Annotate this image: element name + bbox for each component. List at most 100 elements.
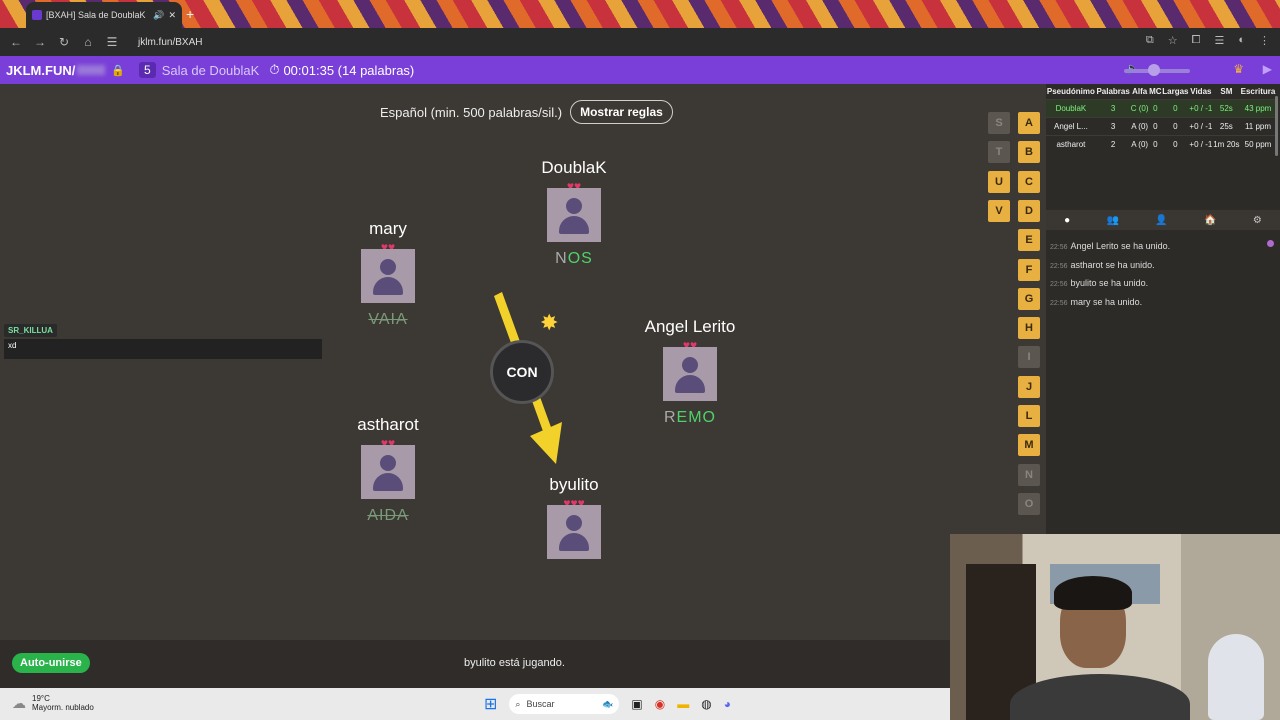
volume-slider-knob[interactable] xyxy=(1148,64,1160,76)
file-explorer-icon[interactable]: ▬ xyxy=(677,697,689,711)
audio-icon[interactable]: 🔊 xyxy=(153,10,164,21)
show-rules-button[interactable]: Mostrar reglas xyxy=(570,100,673,124)
bonus-letter: M xyxy=(1018,434,1040,457)
stats-cell: DoublaK xyxy=(1046,99,1096,118)
discord-icon[interactable]: ◕ xyxy=(724,697,731,711)
browser-tab-bar: [BXAH] Sala de DoublaK 🔊 ✕ + xyxy=(0,0,1280,28)
avatar xyxy=(547,505,601,559)
stats-header[interactable]: SM xyxy=(1213,84,1240,100)
stats-header[interactable]: Alfa xyxy=(1130,84,1148,100)
address-bar[interactable]: jklm.fun/BXAH xyxy=(138,37,202,48)
crown-icon[interactable]: ♛ xyxy=(1233,62,1244,76)
stats-cell: 3 xyxy=(1095,117,1131,136)
bonus-letter: D xyxy=(1018,199,1040,222)
webcam-overlay xyxy=(950,534,1280,720)
bonus-letter: G xyxy=(1018,287,1040,310)
toggle-panel-icon[interactable]: ▶ xyxy=(1263,62,1272,76)
stats-header[interactable]: Pseudónimo xyxy=(1046,84,1096,100)
weather-widget[interactable]: ☁ 19°C Mayorm. nublado xyxy=(12,694,94,712)
room-name: Sala de DoublaK xyxy=(161,62,260,78)
tab-title: [BXAH] Sala de DoublaK xyxy=(46,10,146,20)
menu-kebab-icon[interactable]: ⋮ xyxy=(1259,34,1270,47)
stats-cell: 11 ppm xyxy=(1239,117,1276,136)
blurred-room-code xyxy=(77,65,106,75)
bonus-letter: O xyxy=(1018,492,1040,515)
player-doublak: DoublaK ♥♥ NOS xyxy=(514,158,634,268)
extensions-icon[interactable]: ⧠ xyxy=(1192,34,1201,47)
stats-cell: Angel L... xyxy=(1046,117,1096,136)
room-player-count: 5 xyxy=(139,62,156,78)
room-tab-icon[interactable]: 🏠 xyxy=(1204,215,1216,226)
stats-cell: +0 / -1 xyxy=(1188,117,1213,136)
close-tab-icon[interactable]: ✕ xyxy=(168,10,176,21)
tab-search-icon[interactable]: ☰ xyxy=(1214,34,1224,47)
players-tab-icon[interactable]: 👥 xyxy=(1107,215,1119,226)
forward-icon[interactable]: → xyxy=(28,35,52,49)
avatar xyxy=(547,188,601,242)
install-icon[interactable]: ⧉ xyxy=(1146,34,1154,47)
turn-status: byulito está jugando. xyxy=(464,657,565,669)
avatar xyxy=(361,445,415,499)
chat-message: 22:56 Angel Lerito se ha unido. xyxy=(1050,238,1170,257)
player-name: mary xyxy=(369,219,407,238)
avatar xyxy=(361,249,415,303)
microphone-icon xyxy=(1208,634,1264,720)
cloud-icon: ☁ xyxy=(12,694,26,711)
chat-overlay: SR_KILLUA xd xyxy=(4,320,322,359)
chat-text: astharot se ha unido. xyxy=(1070,259,1155,270)
auto-join-button[interactable]: Auto-unirse xyxy=(12,653,90,673)
stats-cell: 43 ppm xyxy=(1239,99,1276,118)
search-icon: ⌕ xyxy=(515,698,521,709)
reload-icon[interactable]: ↻ xyxy=(52,35,76,49)
windows-start-icon[interactable]: ⊞ xyxy=(484,694,497,714)
profile-icon[interactable]: ◐ xyxy=(1238,34,1245,47)
bonus-letter: B xyxy=(1018,141,1040,164)
stats-cell: 3 xyxy=(1095,99,1131,118)
site-info-icon[interactable]: ☰ xyxy=(100,35,124,49)
favicon-icon xyxy=(32,10,42,20)
taskbar-search[interactable]: ⌕ Buscar 🐟 xyxy=(509,694,620,714)
stats-cell: A (0) xyxy=(1130,117,1149,136)
fuse-spark-icon: ✸ xyxy=(540,310,559,335)
stats-header[interactable]: Palabras xyxy=(1096,84,1131,100)
bonus-letter: E xyxy=(1018,229,1040,252)
home-icon[interactable]: ⌂ xyxy=(76,35,100,49)
user-tab-icon[interactable]: 👤 xyxy=(1155,215,1167,226)
site-brand[interactable]: JKLM.FUN/ xyxy=(6,63,75,78)
new-tab-icon[interactable]: + xyxy=(186,6,194,22)
browser-tab[interactable]: [BXAH] Sala de DoublaK 🔊 ✕ xyxy=(26,2,182,28)
app-icon[interactable]: ◍ xyxy=(701,697,711,711)
stats-scrollbar[interactable] xyxy=(1275,96,1278,156)
bonus-letter: A xyxy=(1018,112,1040,134)
chat-overlay-user: SR_KILLUA xyxy=(4,324,57,337)
player-astharot: astharot ♥♥ AIDA xyxy=(328,415,448,525)
chat-overlay-message: xd xyxy=(4,339,322,359)
stats-header[interactable]: Escritura xyxy=(1240,84,1276,100)
bottom-bar: Auto-unirse byulito está jugando. xyxy=(0,640,950,688)
chat-tab-icon[interactable]: ● xyxy=(1064,215,1070,226)
chat-time: 22:56 xyxy=(1050,244,1068,251)
bonus-letter: I xyxy=(1018,346,1040,369)
settings-tab-icon[interactable]: ⚙ xyxy=(1253,215,1262,226)
stats-header[interactable]: Vidas xyxy=(1189,84,1213,100)
os-taskbar: ☁ 19°C Mayorm. nublado ⊞ ⌕ Buscar 🐟 ▣ ◉ … xyxy=(0,688,950,720)
stats-row: astharot 2 A (0) 0 0 +0 / -1 1m 20s 50 ppm xyxy=(1046,135,1276,153)
stats-header[interactable]: MC xyxy=(1149,84,1162,100)
stats-header[interactable]: Largas xyxy=(1162,84,1189,100)
chat-time: 22:56 xyxy=(1050,281,1068,288)
chat-message: 22:56 byulito se ha unido. xyxy=(1050,275,1170,294)
chat-text: byulito se ha unido. xyxy=(1070,278,1149,288)
stats-cell: 0 xyxy=(1148,135,1162,153)
task-view-icon[interactable]: ▣ xyxy=(631,697,642,711)
chrome-icon[interactable]: ◉ xyxy=(655,697,665,711)
stats-cell: C (0) xyxy=(1130,99,1149,118)
search-highlight-icon: 🐟 xyxy=(602,698,614,709)
chat-time: 22:56 xyxy=(1050,262,1068,270)
back-icon[interactable]: ← xyxy=(4,35,28,49)
player-word: REMO xyxy=(663,409,716,426)
stats-cell: 0 xyxy=(1161,99,1189,118)
chat-message: 22:56 mary se ha unido. xyxy=(1050,294,1170,313)
bonus-letter: N xyxy=(1018,463,1040,486)
stopwatch-icon: ⏱ xyxy=(269,62,280,77)
bookmark-star-icon[interactable]: ☆ xyxy=(1168,34,1178,47)
